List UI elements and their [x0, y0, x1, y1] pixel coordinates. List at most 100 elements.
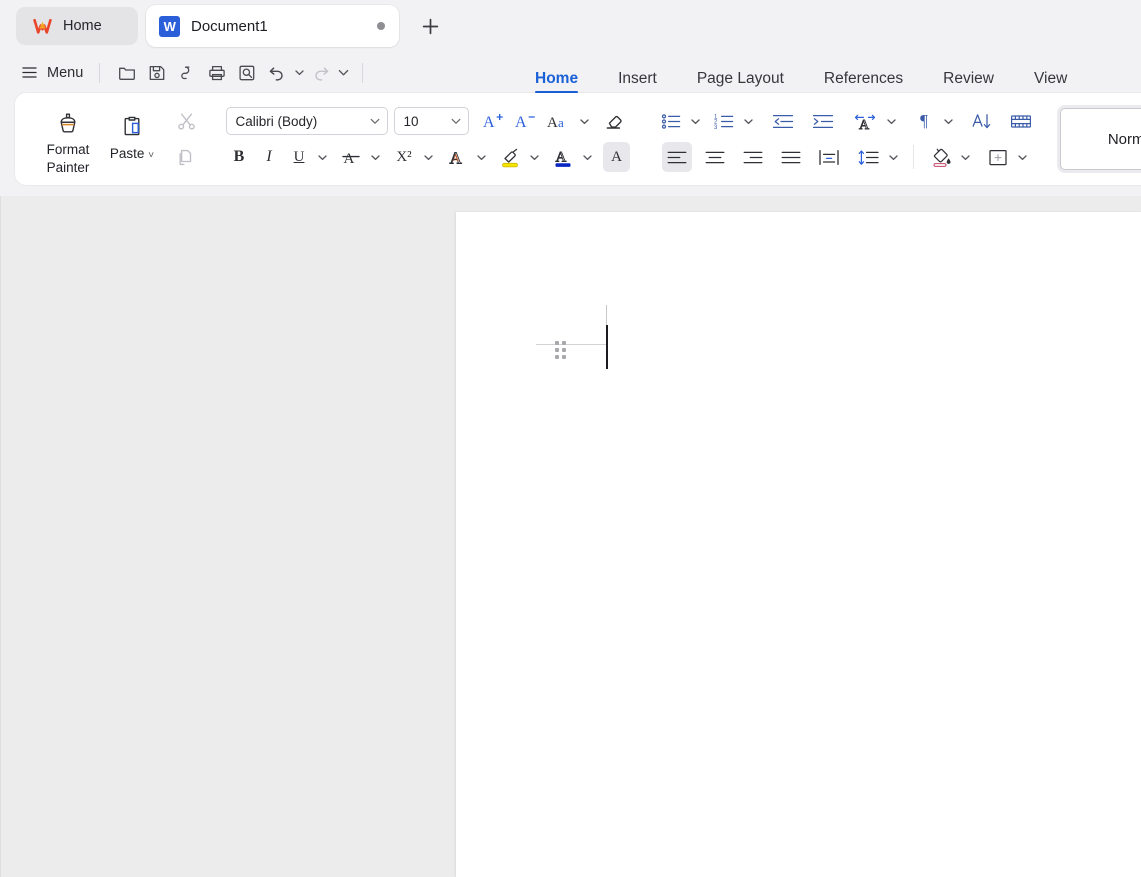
- new-tab-button[interactable]: [415, 11, 445, 41]
- strikethrough-button[interactable]: A: [336, 142, 366, 172]
- sort-button[interactable]: [966, 106, 996, 136]
- text-direction-button[interactable]: A: [850, 106, 882, 136]
- increase-indent-button[interactable]: [808, 106, 838, 136]
- decrease-font-size-button[interactable]: A: [511, 106, 541, 136]
- show-gridlines-button[interactable]: [1006, 106, 1036, 136]
- paragraph-row-1: 1 2 3 A ¶: [656, 106, 1036, 136]
- italic-button[interactable]: I: [255, 142, 283, 172]
- show-paragraph-marks-dropdown[interactable]: [941, 106, 956, 136]
- change-case-button[interactable]: A a: [543, 106, 575, 136]
- format-painter-label: Format Painter: [46, 142, 90, 176]
- highlight-color-button[interactable]: [495, 142, 525, 172]
- undo-button[interactable]: [262, 58, 292, 88]
- cut-button: [171, 106, 201, 136]
- show-paragraph-marks-button[interactable]: ¶: [909, 106, 939, 136]
- copy-button: [171, 142, 201, 172]
- clear-formatting-button[interactable]: [600, 106, 630, 136]
- shading-button[interactable]: [926, 142, 956, 172]
- paste-button[interactable]: Paste ˅: [101, 101, 163, 177]
- format-painter-button[interactable]: Format Painter: [37, 101, 99, 177]
- underline-button[interactable]: U: [285, 142, 313, 172]
- text-effects-dropdown[interactable]: [474, 142, 489, 172]
- shading-dropdown[interactable]: [958, 142, 973, 172]
- superscript-button[interactable]: X²: [389, 142, 419, 172]
- bullets-button[interactable]: [656, 106, 686, 136]
- tab-view[interactable]: View: [1014, 70, 1087, 94]
- home-tab[interactable]: Home: [16, 7, 138, 45]
- undo-dropdown-caret[interactable]: [292, 60, 306, 86]
- align-right-button[interactable]: [738, 142, 768, 172]
- first-line-guide: [536, 344, 606, 345]
- increase-font-size-icon: A: [482, 110, 506, 132]
- justify-button[interactable]: [776, 142, 806, 172]
- superscript-dropdown[interactable]: [421, 142, 436, 172]
- document-tab[interactable]: W Document1: [146, 5, 399, 47]
- align-left-button[interactable]: [662, 142, 692, 172]
- superscript-icon: X²: [396, 148, 412, 165]
- word-document-icon: W: [159, 15, 180, 37]
- print-button[interactable]: [202, 58, 232, 88]
- text-effects-button[interactable]: A A: [442, 142, 472, 172]
- decrease-indent-button[interactable]: [768, 106, 798, 136]
- print-preview-button[interactable]: [232, 58, 262, 88]
- open-file-button[interactable]: [112, 58, 142, 88]
- decrease-font-size-icon: A: [514, 110, 538, 132]
- font-row-1: Calibri (Body) 10 A A A a: [225, 106, 630, 136]
- paint-bucket-shading-icon: [929, 146, 953, 168]
- text-direction-icon: A: [853, 111, 879, 132]
- toolbar-customize-caret[interactable]: [336, 60, 350, 86]
- highlight-color-dropdown[interactable]: [527, 142, 542, 172]
- character-shading-button[interactable]: A: [603, 142, 630, 172]
- tab-tools-clipped[interactable]: T: [1087, 71, 1107, 94]
- distributed-align-button[interactable]: [814, 142, 844, 172]
- borders-icon: [986, 147, 1010, 168]
- line-spacing-dropdown[interactable]: [886, 142, 901, 172]
- numbering-dropdown[interactable]: [741, 106, 756, 136]
- underline-dropdown[interactable]: [315, 142, 330, 172]
- cloud-link-button[interactable]: [172, 58, 202, 88]
- bullets-dropdown[interactable]: [688, 106, 703, 136]
- svg-text:a: a: [558, 115, 564, 130]
- chevron-down-icon[interactable]: [444, 115, 468, 127]
- hamburger-icon: [21, 64, 38, 81]
- bullet-list-icon: [660, 111, 683, 132]
- font-size-combo[interactable]: 10: [393, 107, 469, 135]
- clipboard-small-buttons: [165, 106, 201, 172]
- scissors-icon: [176, 111, 197, 132]
- style-normal-button[interactable]: Normal: [1060, 108, 1141, 170]
- align-left-icon: [665, 147, 689, 168]
- paste-label: Paste ˅: [109, 146, 155, 161]
- line-spacing-icon: [857, 147, 881, 168]
- ribbon-group-clipboard: Format Painter Paste ˅: [15, 93, 211, 185]
- align-center-button[interactable]: [700, 142, 730, 172]
- strikethrough-dropdown[interactable]: [368, 142, 383, 172]
- numbered-list-icon: 1 2 3: [713, 111, 736, 132]
- borders-dropdown[interactable]: [1015, 142, 1030, 172]
- line-spacing-button[interactable]: [854, 142, 884, 172]
- chevron-down-icon[interactable]: [363, 115, 387, 127]
- underline-icon: U: [293, 148, 305, 165]
- svg-text:A: A: [344, 151, 355, 167]
- tab-home[interactable]: Home: [515, 70, 598, 94]
- font-color-button[interactable]: A: [548, 142, 578, 172]
- svg-text:A: A: [452, 153, 459, 163]
- justify-icon: [779, 147, 803, 168]
- tab-references[interactable]: References: [804, 70, 923, 94]
- save-button[interactable]: [142, 58, 172, 88]
- tab-insert[interactable]: Insert: [598, 70, 677, 94]
- increase-font-size-button[interactable]: A: [479, 106, 509, 136]
- change-case-dropdown[interactable]: [577, 106, 592, 136]
- numbering-button[interactable]: 1 2 3: [709, 106, 739, 136]
- borders-button[interactable]: [983, 142, 1013, 172]
- document-page[interactable]: [456, 212, 1141, 877]
- font-name-combo[interactable]: Calibri (Body): [225, 107, 388, 135]
- tab-page-layout[interactable]: Page Layout: [677, 70, 804, 94]
- menu-button[interactable]: Menu: [17, 59, 87, 87]
- tab-review[interactable]: Review: [923, 70, 1014, 94]
- bold-button[interactable]: B: [225, 142, 253, 172]
- italic-icon: I: [266, 148, 272, 165]
- font-color-dropdown[interactable]: [580, 142, 595, 172]
- drag-handle-dots-icon[interactable]: [555, 341, 566, 361]
- font-name-value: Calibri (Body): [235, 113, 318, 129]
- text-direction-dropdown[interactable]: [884, 106, 899, 136]
